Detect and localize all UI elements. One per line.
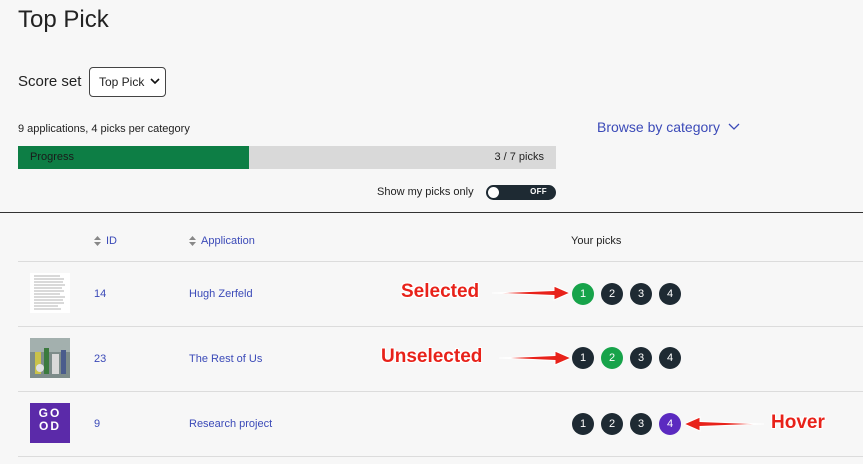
document-thumbnail-icon	[34, 275, 65, 310]
arrow-right-icon	[491, 285, 572, 301]
pick-button[interactable]: 1	[572, 347, 594, 369]
sort-icon	[94, 236, 101, 246]
column-header-your-picks: Your picks	[571, 235, 621, 247]
row-divider	[18, 456, 863, 457]
pick-button[interactable]: 2	[601, 283, 623, 305]
column-header-application[interactable]: Application	[189, 235, 255, 247]
column-header-application-label: Application	[201, 235, 255, 247]
sort-icon	[189, 236, 196, 246]
column-header-id[interactable]: ID	[94, 235, 117, 247]
chevron-down-icon	[150, 78, 160, 85]
pick-button[interactable]: 2	[601, 347, 623, 369]
pick-button[interactable]: 3	[630, 347, 652, 369]
show-my-picks-label: Show my picks only	[377, 186, 474, 198]
callout-unselected: Unselected	[381, 346, 483, 367]
column-header-id-label: ID	[106, 235, 117, 247]
applications-summary: 9 applications, 4 picks per category	[18, 123, 190, 135]
application-id-link[interactable]: 23	[94, 353, 106, 365]
application-id-link[interactable]: 14	[94, 288, 106, 300]
browse-by-category-label: Browse by category	[597, 119, 720, 135]
pick-button[interactable]: 1	[572, 283, 594, 305]
pick-button[interactable]: 2	[601, 413, 623, 435]
arrow-left-icon	[682, 416, 765, 432]
chevron-down-icon	[728, 123, 740, 130]
application-name-link[interactable]: Hugh Zerfeld	[189, 288, 253, 300]
score-set-label: Score set	[18, 73, 82, 90]
application-thumbnail[interactable]	[30, 338, 70, 378]
toggle-knob	[488, 187, 499, 198]
pick-buttons: 1 2 3 4	[572, 283, 681, 305]
pick-button[interactable]: 4	[659, 347, 681, 369]
toggle-state: OFF	[530, 187, 547, 196]
callout-selected: Selected	[401, 281, 480, 302]
application-thumbnail[interactable]	[30, 273, 70, 313]
row-divider	[18, 261, 863, 262]
logo-thumbnail-text: GO OD	[38, 406, 62, 433]
score-set-value: Top Pick	[99, 75, 145, 89]
progress-count: 3 / 7 picks	[494, 151, 544, 163]
application-name-link[interactable]: Research project	[189, 418, 272, 430]
pick-button[interactable]: 3	[630, 413, 652, 435]
pick-button[interactable]: 4	[659, 413, 681, 435]
pick-buttons: 1 2 3 4	[572, 413, 681, 435]
column-header-your-picks-label: Your picks	[571, 235, 622, 247]
show-my-picks-toggle[interactable]: OFF	[486, 185, 556, 200]
score-set-select[interactable]: Top Pick	[89, 67, 166, 97]
application-thumbnail[interactable]: GO OD	[30, 403, 70, 443]
table-divider	[0, 212, 863, 213]
arrow-right-icon	[498, 350, 573, 366]
browse-by-category-toggle[interactable]: Browse by category	[597, 119, 740, 135]
pick-button[interactable]: 1	[572, 413, 594, 435]
progress-label: Progress	[30, 151, 75, 163]
page-title: Top Pick	[18, 6, 109, 33]
photo-thumbnail-icon	[30, 338, 70, 378]
row-divider	[18, 326, 863, 327]
callout-hover: Hover	[771, 412, 825, 433]
pick-button[interactable]: 3	[630, 283, 652, 305]
application-id-link[interactable]: 9	[94, 418, 100, 430]
progress-bar: Progress 3 / 7 picks	[18, 146, 556, 169]
row-divider	[18, 391, 863, 392]
pick-buttons: 1 2 3 4	[572, 347, 681, 369]
pick-button[interactable]: 4	[659, 283, 681, 305]
application-name-link[interactable]: The Rest of Us	[189, 353, 262, 365]
